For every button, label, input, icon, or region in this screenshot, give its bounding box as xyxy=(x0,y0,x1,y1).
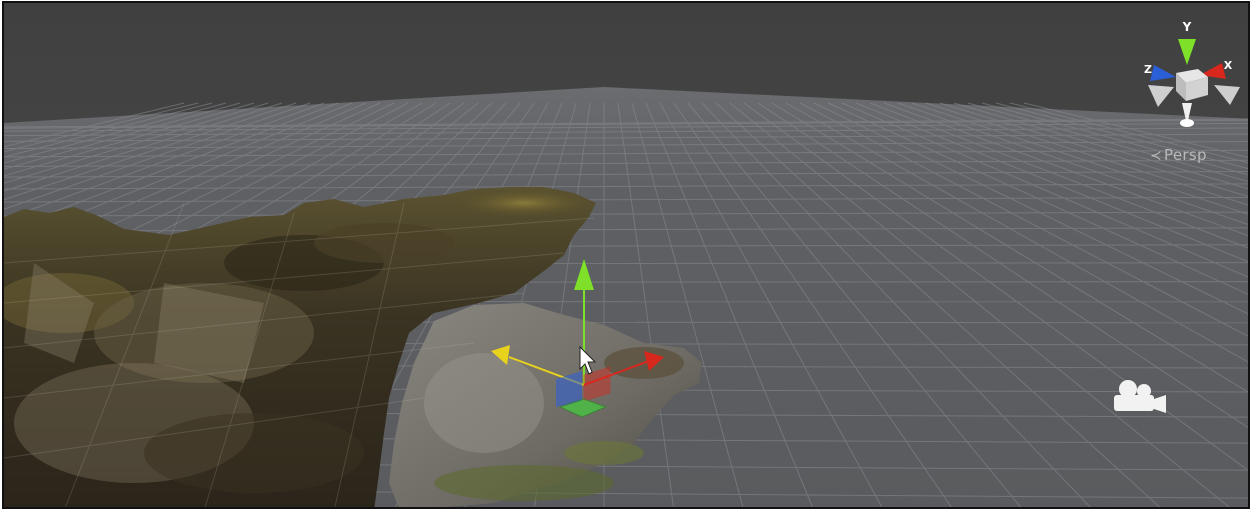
scene-viewport[interactable]: Y X Z ≺ Persp xyxy=(2,1,1250,509)
gizmo-x-label: X xyxy=(1224,59,1233,72)
gizmo-y-label: Y xyxy=(1182,20,1192,34)
scene-canvas[interactable]: Y X Z xyxy=(4,3,1250,509)
projection-toggle[interactable]: ≺ Persp xyxy=(1150,146,1207,164)
gizmo-z-label: Z xyxy=(1144,63,1152,76)
projection-label: Persp xyxy=(1164,146,1207,164)
chevron-left-icon: ≺ xyxy=(1150,148,1163,164)
